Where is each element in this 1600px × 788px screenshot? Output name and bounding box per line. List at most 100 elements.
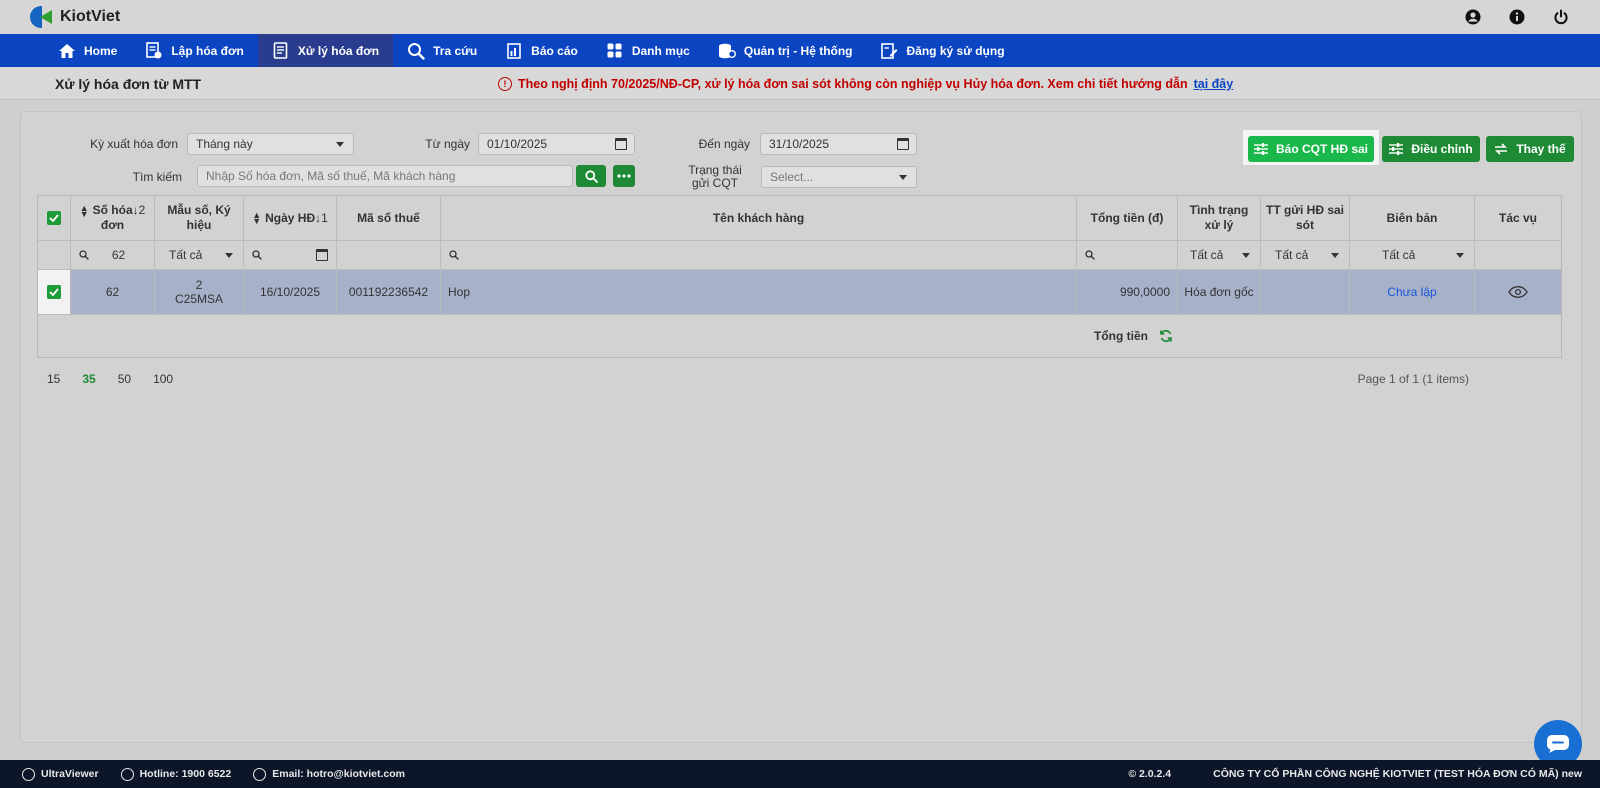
filter-sent[interactable]: Tất cả [1261, 241, 1350, 269]
ultraviewer-icon [22, 767, 35, 781]
search-icon [79, 250, 89, 260]
calendar-icon[interactable] [897, 138, 909, 150]
chat-icon [1547, 735, 1569, 753]
nav-item-register[interactable]: Đăng ký sử dụng [867, 34, 1019, 67]
col-date[interactable]: ▲ ▼ Ngày HĐ ↓ 1 [244, 196, 337, 240]
to-date-input[interactable]: 31/10/2025 [760, 133, 917, 155]
power-icon[interactable] [1552, 8, 1570, 26]
select-all-cell[interactable] [38, 196, 71, 240]
more-options-button[interactable] [613, 165, 635, 187]
page-size-15[interactable]: 15 [47, 372, 60, 386]
col-customer[interactable]: Tên khách hàng [441, 196, 1077, 240]
row-checkbox[interactable] [47, 285, 61, 299]
select-all-checkbox[interactable] [47, 211, 61, 225]
page-size-50[interactable]: 50 [118, 372, 131, 386]
filter-total[interactable] [1077, 241, 1178, 269]
search-input[interactable]: Nhập Số hóa đơn, Mã số thuế, Mã khách hà… [197, 165, 573, 187]
calendar-icon[interactable] [615, 138, 627, 150]
filter-status-value: Tất cả [1190, 248, 1224, 262]
filter-form[interactable]: Tất cả [155, 241, 244, 269]
col-minutes[interactable]: Biên bản [1350, 196, 1475, 240]
col-invoice-no-label: Số hóa [92, 203, 133, 217]
nav-item-home[interactable]: Home [44, 34, 131, 67]
filter-customer[interactable] [441, 241, 1077, 269]
search-icon [407, 42, 425, 60]
from-date-input[interactable]: 01/10/2025 [478, 133, 635, 155]
col-date-label: Ngày HĐ [265, 210, 316, 225]
row-select-cell[interactable] [38, 270, 71, 314]
eye-icon[interactable] [1508, 286, 1528, 298]
cell-form-symbol: 2 C25MSA [155, 270, 244, 314]
hotline-label: Hotline: 1900 6522 [139, 768, 232, 780]
filter-tax-code[interactable] [337, 241, 441, 269]
cqt-status-label-line2: gửi CQT [691, 176, 739, 190]
nav-item-lookup[interactable]: Tra cứu [393, 34, 491, 67]
col-form-symbol[interactable]: Mẫu số, Ký hiệu [155, 196, 244, 240]
page-size-35[interactable]: 35 [82, 372, 95, 386]
filter-invoice-no[interactable]: 62 [71, 241, 155, 269]
nav-item-report[interactable]: Báo cáo [491, 34, 592, 67]
report-wrong-invoice-button[interactable]: Báo CQT HĐ sai [1248, 136, 1374, 162]
col-total-label: Tổng tiền (đ) [1090, 210, 1164, 225]
cqt-status-placeholder: Select... [770, 170, 814, 184]
col-invoice-no[interactable]: ▲ ▼ Số hóa↓2 đơn [71, 196, 155, 240]
filter-actions [1475, 241, 1561, 269]
col-sent[interactable]: TT gửi HĐ sai sót [1261, 196, 1350, 240]
refresh-icon[interactable] [1159, 329, 1173, 343]
to-date-label: Đến ngày [698, 137, 750, 151]
footer-ultraviewer[interactable]: UltraViewer [22, 767, 99, 781]
chevron-down-icon [899, 175, 907, 180]
kiotviet-logo[interactable]: KiotViet [28, 5, 120, 29]
to-date-value: 31/10/2025 [769, 137, 830, 151]
home-icon [58, 42, 76, 60]
chevron-down-icon [225, 253, 233, 258]
search-icon [252, 250, 262, 260]
email-icon [253, 767, 267, 781]
calendar-icon[interactable] [316, 249, 328, 261]
search-label: Tìm kiếm [132, 170, 182, 184]
table-total-row: Tổng tiền [38, 315, 1561, 357]
swap-icon [1495, 143, 1508, 155]
cell-minutes-link[interactable]: Chưa lập [1350, 270, 1475, 314]
nav-label: Đăng ký sử dụng [906, 43, 1005, 58]
invoice-table: ▲ ▼ Số hóa↓2 đơn Mẫu số, Ký hiệu ▲ ▼ Ngày HĐ ↓… [37, 195, 1562, 358]
replace-button[interactable]: Thay thế [1486, 136, 1574, 162]
filter-empty [38, 241, 71, 269]
nav-item-admin[interactable]: Quản trị - Hệ thống [704, 34, 867, 67]
nav-item-create-invoice[interactable]: Lập hóa đơn [131, 34, 258, 67]
col-sent-label2: sót [1296, 218, 1314, 232]
user-icon[interactable] [1464, 8, 1482, 26]
search-button[interactable] [576, 165, 606, 187]
cqt-status-select[interactable]: Select... [761, 166, 917, 188]
period-value: Tháng này [196, 137, 253, 151]
col-form-label1: Mẫu số, Ký [167, 203, 231, 217]
filter-minutes[interactable]: Tất cả [1350, 241, 1475, 269]
nav-item-catalog[interactable]: Danh mục [592, 34, 704, 67]
col-form-label2: hiệu [186, 218, 212, 232]
col-status[interactable]: Tình trạng xử lý [1178, 196, 1261, 240]
col-minutes-label: Biên bản [1386, 210, 1438, 225]
page-size-100[interactable]: 100 [153, 372, 173, 386]
nav-label: Lập hóa đơn [171, 43, 244, 58]
cell-sent [1261, 270, 1350, 314]
report-icon [505, 42, 523, 60]
col-tax-code[interactable]: Mã số thuế [337, 196, 441, 240]
logo-text: KiotViet [60, 8, 121, 25]
nav-item-process-invoice[interactable]: Xử lý hóa đơn [257, 34, 394, 67]
period-select[interactable]: Tháng này [187, 133, 354, 155]
page-info: Page 1 of 1 (1 items) [1357, 372, 1469, 386]
col-total[interactable]: Tổng tiền (đ) [1077, 196, 1178, 240]
notice-link[interactable]: tại đây [1194, 77, 1234, 91]
info-icon[interactable] [1508, 8, 1526, 26]
footer-email[interactable]: Email: hotro@kiotviet.com [253, 767, 405, 781]
notice-text: Theo nghị định 70/2025/NĐ-CP, xử lý hóa … [518, 77, 1188, 91]
cell-symbol: C25MSA [174, 292, 224, 306]
adjust-button[interactable]: Điều chỉnh [1382, 136, 1480, 162]
footer-hotline[interactable]: Hotline: 1900 6522 [120, 767, 232, 781]
filter-status[interactable]: Tất cả [1178, 241, 1261, 269]
filter-date[interactable] [244, 241, 337, 269]
table-row[interactable]: 62 2 C25MSA 16/10/2025 001192236542 Hop 9… [38, 270, 1561, 315]
search-icon [449, 250, 459, 260]
col-status-label2: xử lý [1204, 218, 1234, 232]
chevron-down-icon [336, 142, 344, 147]
